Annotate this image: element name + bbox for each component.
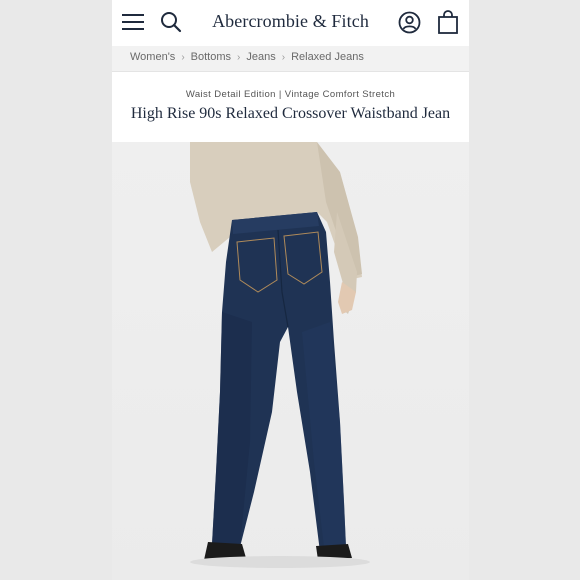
product-subtitle: Waist Detail Edition | Vintage Comfort S… bbox=[185, 89, 396, 100]
left-background bbox=[0, 0, 112, 580]
breadcrumb: Women's › Bottoms › Jeans › Relaxed Jean… bbox=[130, 51, 364, 63]
product-image[interactable] bbox=[112, 142, 469, 580]
chevron-right-icon: › bbox=[181, 51, 185, 63]
product-title: High Rise 90s Relaxed Crossover Waistban… bbox=[130, 105, 451, 122]
account-icon[interactable] bbox=[398, 11, 421, 34]
breadcrumb-item-relaxed-jeans[interactable]: Relaxed Jeans bbox=[291, 51, 364, 63]
site-header: Abercrombie & Fitch bbox=[112, 0, 469, 46]
shopping-bag-icon[interactable] bbox=[437, 10, 459, 35]
breadcrumb-bar: Women's › Bottoms › Jeans › Relaxed Jean… bbox=[112, 46, 469, 72]
chevron-right-icon: › bbox=[237, 51, 241, 63]
breadcrumb-item-womens[interactable]: Women's bbox=[130, 51, 175, 63]
model-illustration bbox=[190, 142, 370, 568]
mobile-page: Abercrombie & Fitch Women's › Bottoms › … bbox=[112, 0, 469, 580]
breadcrumb-item-bottoms[interactable]: Bottoms bbox=[191, 51, 231, 63]
breadcrumb-item-jeans[interactable]: Jeans bbox=[246, 51, 275, 63]
product-title-card: Waist Detail Edition | Vintage Comfort S… bbox=[112, 72, 469, 142]
right-background bbox=[469, 0, 580, 580]
chevron-right-icon: › bbox=[281, 51, 286, 63]
